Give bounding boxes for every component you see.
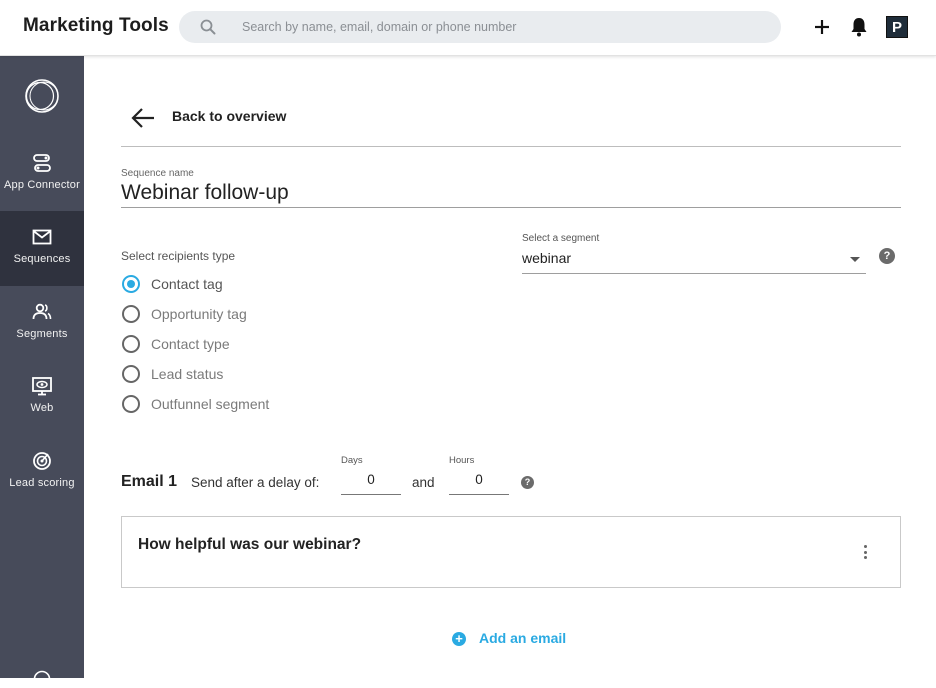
email-subject: How helpful was our webinar? (138, 536, 362, 553)
segment-select[interactable]: webinar (522, 248, 866, 274)
search-input[interactable]: Search by name, email, domain or phone n… (242, 20, 516, 34)
sidebar-item-label: Segments (16, 328, 68, 340)
send-after-label: Send after a delay of: (191, 475, 320, 490)
add-email-label: Add an email (479, 630, 567, 646)
sequence-name-underline (121, 207, 901, 208)
notifications-bell-icon[interactable] (849, 16, 869, 38)
segment-help-icon[interactable]: ? (879, 248, 895, 264)
sidebar-item-lead-scoring[interactable]: Lead scoring (0, 435, 84, 510)
caret-down-icon (850, 257, 860, 262)
mail-icon (32, 229, 52, 245)
hours-input[interactable]: 0 (449, 469, 509, 495)
arrow-left-icon (131, 108, 154, 128)
segment-value: webinar (522, 250, 572, 266)
radio-contact-tag[interactable]: Contact tag (121, 273, 341, 295)
top-bar: Marketing Tools Search by name, email, d… (0, 0, 936, 56)
radio-outfunnel-segment[interactable]: Outfunnel segment (121, 393, 341, 415)
segment-label: Select a segment (522, 233, 600, 244)
delay-help-icon[interactable]: ? (521, 476, 534, 489)
sidebar: App Connector Sequences Segments Web Lea… (0, 56, 84, 688)
radio-label: Outfunnel segment (151, 396, 270, 412)
radio-button[interactable] (122, 335, 140, 353)
search-bar[interactable]: Search by name, email, domain or phone n… (179, 11, 781, 43)
radio-label: Lead status (151, 366, 224, 382)
sequence-name-label: Sequence name (121, 168, 194, 179)
user-avatar[interactable]: P (886, 16, 908, 38)
hours-label: Hours (449, 455, 475, 466)
radio-button[interactable] (122, 365, 140, 383)
search-icon (200, 19, 216, 35)
radio-button[interactable] (122, 395, 140, 413)
sidebar-item-label: Sequences (13, 253, 71, 265)
monitor-eye-icon (32, 377, 52, 396)
sidebar-item-segments[interactable]: Segments (0, 286, 84, 361)
sidebar-item-label: Web (30, 402, 54, 414)
back-label: Back to overview (172, 108, 287, 124)
add-icon[interactable] (811, 16, 833, 38)
sidebar-item-label: App Connector (4, 179, 80, 191)
radio-lead-status[interactable]: Lead status (121, 363, 341, 385)
plus-circle-icon: + (452, 632, 466, 646)
radio-button[interactable] (122, 275, 140, 293)
email-title: Email 1 (121, 473, 178, 490)
radio-button[interactable] (122, 305, 140, 323)
radio-opportunity-tag[interactable]: Opportunity tag (121, 303, 341, 325)
target-icon (33, 452, 51, 470)
radio-label: Opportunity tag (151, 306, 247, 322)
more-vertical-icon[interactable] (864, 545, 868, 561)
sidebar-item-sequences[interactable]: Sequences (0, 211, 84, 286)
app-connector-icon (33, 154, 51, 172)
sidebar-item-app-connector[interactable]: App Connector (0, 137, 84, 212)
recipients-type-label: Select recipients type (121, 249, 236, 263)
radio-label: Contact tag (151, 276, 223, 292)
email-card[interactable]: How helpful was our webinar? (121, 516, 901, 588)
days-input[interactable]: 0 (341, 469, 401, 495)
radio-contact-type[interactable]: Contact type (121, 333, 341, 355)
days-label: Days (341, 455, 363, 466)
outfunnel-logo-icon[interactable] (24, 78, 60, 114)
divider (121, 146, 901, 147)
sequence-name-input[interactable]: Webinar follow-up (121, 181, 289, 205)
help-circle-icon[interactable] (33, 670, 51, 688)
radio-label: Contact type (151, 336, 230, 352)
main-content: Back to overview Sequence name Webinar f… (84, 56, 936, 678)
sidebar-item-label: Lead scoring (9, 477, 75, 489)
sidebar-item-web[interactable]: Web (0, 360, 84, 435)
and-label: and (412, 475, 435, 490)
users-icon (32, 303, 52, 320)
app-title: Marketing Tools (23, 15, 169, 36)
